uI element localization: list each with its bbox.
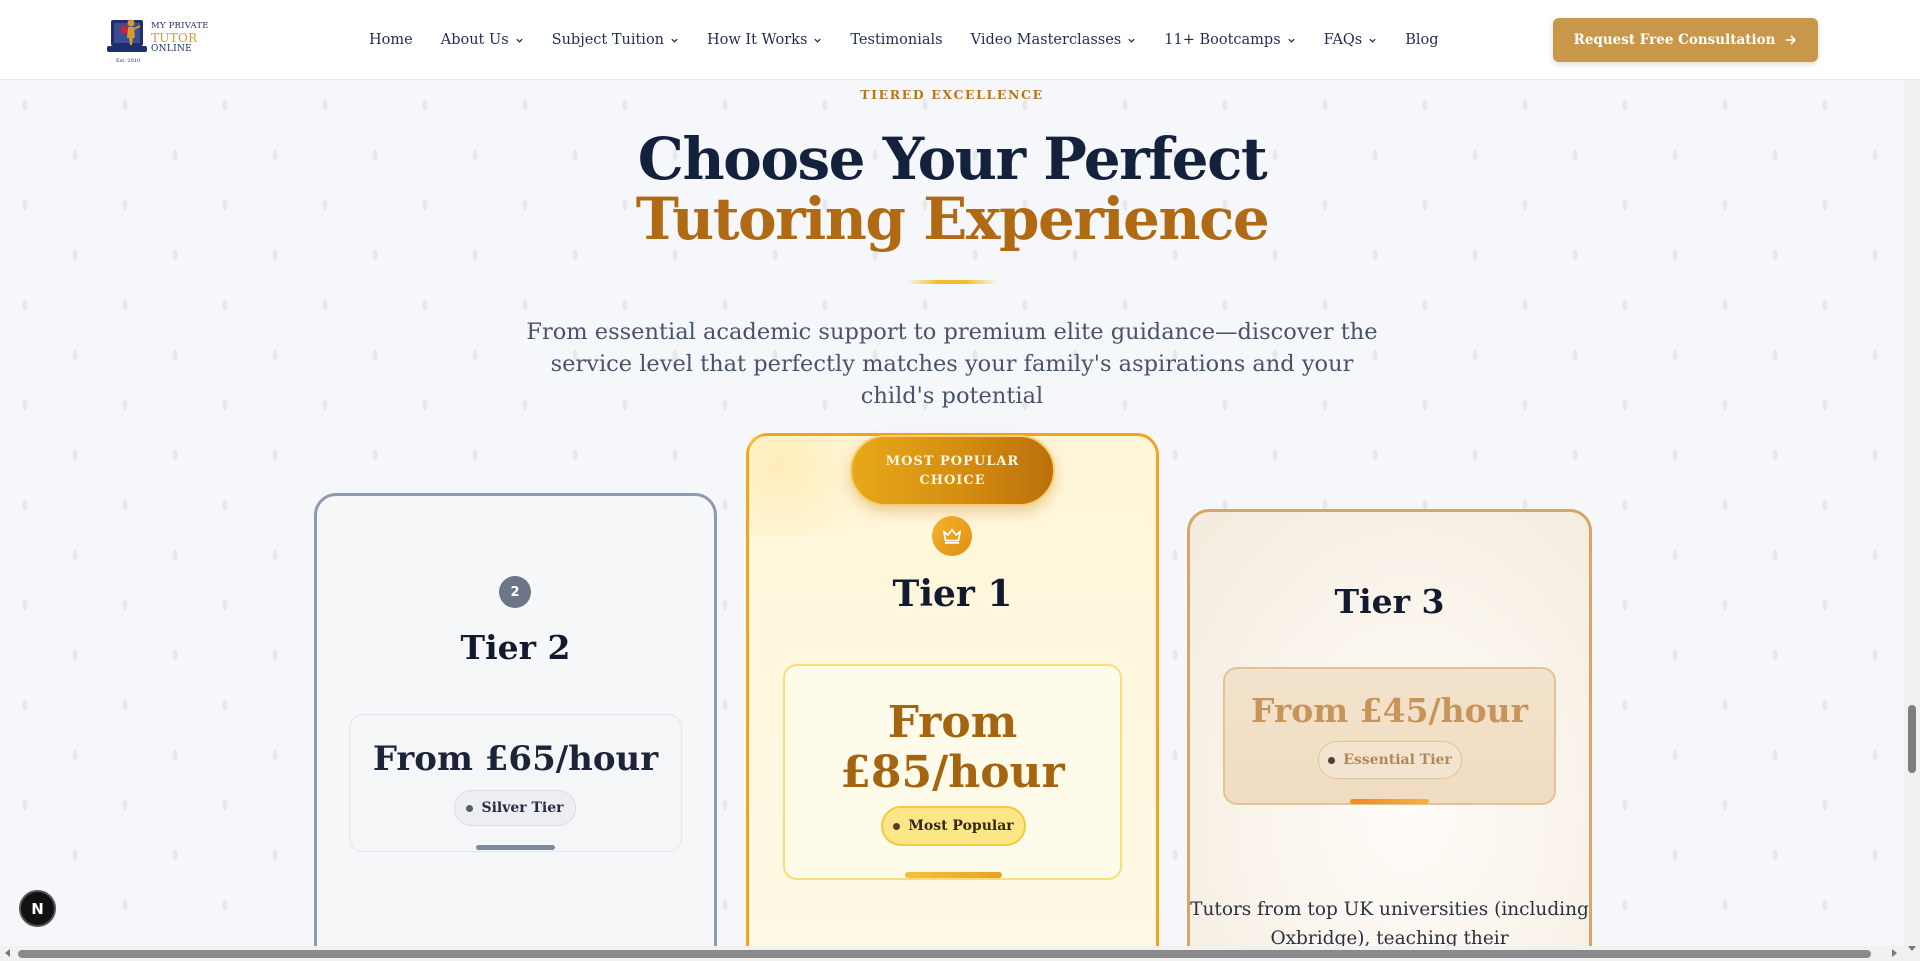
main-nav: Home About Us Subject Tuition How It Wor… bbox=[369, 0, 1467, 80]
logo-laptop-icon bbox=[107, 19, 147, 52]
section-title-line-1: Choose Your Perfect bbox=[637, 125, 1268, 193]
tier-1-price: From £85/hour bbox=[785, 698, 1120, 798]
nav-item-home[interactable]: Home bbox=[369, 32, 413, 48]
nav-item-testimonials[interactable]: Testimonials bbox=[850, 32, 942, 48]
nav-item-label: Blog bbox=[1405, 32, 1439, 48]
tier-3-accent-bar bbox=[1350, 799, 1429, 804]
request-consultation-button[interactable]: Request Free Consultation bbox=[1553, 18, 1818, 62]
chevron-down-icon bbox=[1128, 38, 1135, 43]
tier-3-price: From £45/hour bbox=[1251, 691, 1528, 730]
pill-label: Essential Tier bbox=[1343, 752, 1452, 768]
horizontal-scrollbar[interactable] bbox=[0, 946, 1904, 961]
bullet-dot-icon bbox=[1328, 756, 1336, 764]
scroll-right-arrow-icon[interactable] bbox=[1892, 949, 1897, 957]
arrow-right-icon bbox=[1786, 35, 1797, 45]
tier-1-title: Tier 1 bbox=[892, 573, 1013, 615]
tier-2-label-pill: Silver Tier bbox=[454, 790, 576, 826]
tier-2-accent-bar bbox=[476, 845, 555, 850]
nav-item-label: About Us bbox=[440, 32, 509, 48]
bullet-dot-icon bbox=[466, 804, 474, 812]
tier-3-label-pill: Essential Tier bbox=[1318, 741, 1462, 779]
tier-3-price-box: From £45/hour Essential Tier bbox=[1223, 667, 1556, 805]
chevron-down-icon bbox=[1369, 38, 1376, 43]
nav-item-video-masterclasses[interactable]: Video Masterclasses bbox=[971, 32, 1137, 48]
nav-item-subject-tuition[interactable]: Subject Tuition bbox=[552, 32, 679, 48]
nav-item-label: FAQs bbox=[1323, 32, 1363, 48]
tier-1-accent-bar bbox=[905, 872, 1002, 878]
nav-item-label: Video Masterclasses bbox=[970, 32, 1122, 48]
tier-1-price-line-2: £85/hour bbox=[840, 747, 1065, 798]
logo-line-3: ONLINE bbox=[151, 44, 193, 54]
bullet-dot-icon bbox=[893, 822, 901, 830]
logo-wordmark: MY PRIVATE TUTOR ONLINE bbox=[151, 21, 209, 55]
section-subtitle: From essential academic support to premi… bbox=[526, 319, 1378, 409]
tier-2-title: Tier 2 bbox=[460, 628, 571, 667]
tier-1-label-pill: Most Popular bbox=[881, 806, 1026, 846]
nav-item-how-it-works[interactable]: How It Works bbox=[707, 32, 822, 48]
nav-item-label: How It Works bbox=[707, 32, 808, 48]
horizontal-scroll-thumb[interactable] bbox=[18, 950, 1871, 958]
crown-icon bbox=[932, 516, 972, 556]
section-eyebrow: TIERED EXCELLENCE bbox=[860, 87, 1044, 102]
tier-3-title: Tier 3 bbox=[1334, 582, 1445, 621]
nav-item-label: Home bbox=[369, 32, 413, 48]
most-popular-badge: MOST POPULAR CHOICE bbox=[850, 435, 1055, 506]
tier-2-price: From £65/hour bbox=[372, 739, 659, 779]
pill-label: Most Popular bbox=[908, 818, 1014, 834]
tier-1-price-box: From £85/hour Most Popular bbox=[783, 664, 1122, 880]
vertical-scroll-thumb[interactable] bbox=[1908, 705, 1916, 773]
scroll-down-arrow-icon[interactable] bbox=[1908, 946, 1916, 951]
pill-label: Silver Tier bbox=[481, 800, 564, 816]
chevron-down-icon bbox=[1287, 38, 1295, 43]
nav-item-label: Testimonials bbox=[850, 32, 943, 48]
site-logo[interactable]: MY PRIVATE TUTOR ONLINE Est. 2010 bbox=[107, 14, 209, 66]
chevron-down-icon bbox=[671, 38, 678, 43]
tier-1-price-line-1: From bbox=[887, 697, 1018, 748]
nav-item-label: 11+ Bootcamps bbox=[1164, 32, 1281, 48]
cta-label: Request Free Consultation bbox=[1573, 32, 1776, 48]
chevron-down-icon bbox=[515, 38, 523, 43]
section-title-line-2: Tutoring Experience bbox=[635, 185, 1270, 253]
nav-item-faqs[interactable]: FAQs bbox=[1324, 32, 1378, 48]
logo-line-2: TUTOR bbox=[151, 31, 198, 45]
title-divider bbox=[906, 280, 998, 284]
tier-2-price-box: From £65/hour Silver Tier bbox=[349, 714, 682, 852]
dev-tools-button[interactable]: N bbox=[19, 890, 56, 927]
vertical-scrollbar[interactable] bbox=[1904, 0, 1920, 961]
nav-item-11-plus-bootcamps[interactable]: 11+ Bootcamps bbox=[1164, 32, 1295, 48]
scroll-left-arrow-icon[interactable] bbox=[5, 949, 10, 957]
tier-2-number-badge: 2 bbox=[499, 576, 531, 608]
tier-3-description: Tutors from top UK universities (includi… bbox=[1190, 899, 1589, 949]
nav-item-label: Subject Tuition bbox=[551, 32, 665, 48]
nav-item-about-us[interactable]: About Us bbox=[441, 32, 524, 48]
site-header: MY PRIVATE TUTOR ONLINE Est. 2010 Home A… bbox=[0, 0, 1920, 80]
chevron-down-icon bbox=[814, 38, 822, 43]
badge-label: MOST POPULAR CHOICE bbox=[885, 453, 1020, 488]
nav-item-blog[interactable]: Blog bbox=[1405, 32, 1438, 48]
logo-established: Est. 2010 bbox=[116, 58, 141, 64]
